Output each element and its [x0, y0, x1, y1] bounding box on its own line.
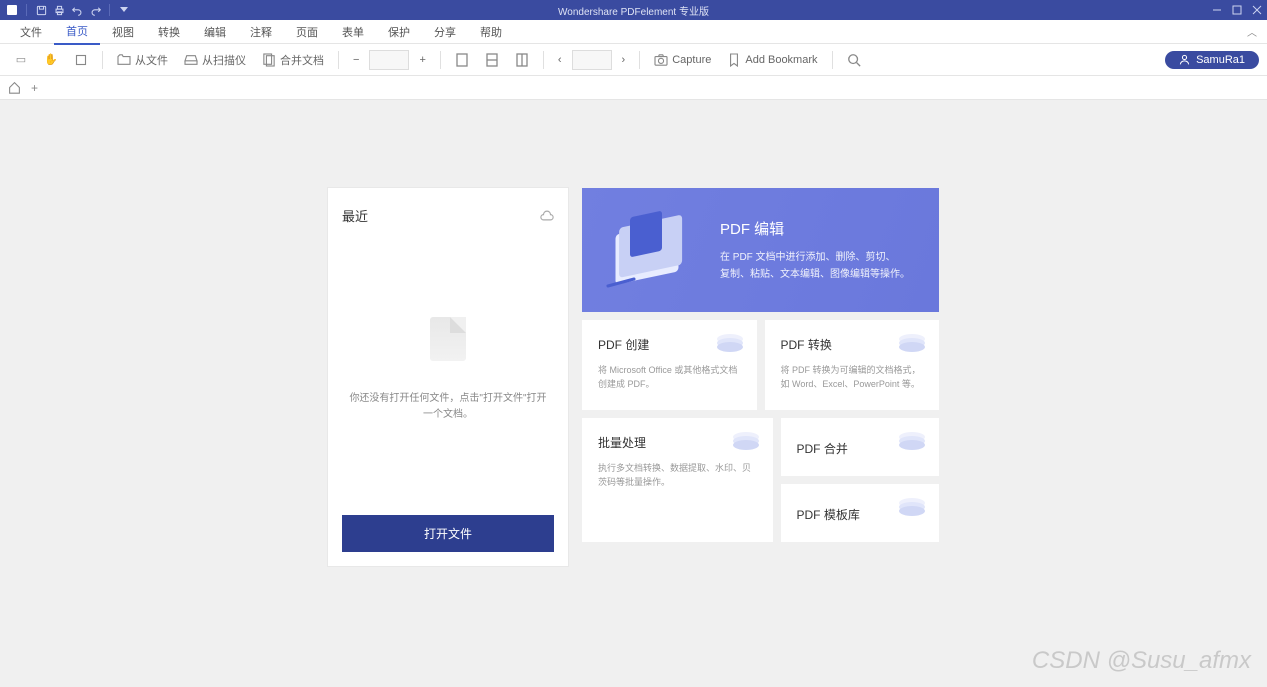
- open-file-button[interactable]: 打开文件: [342, 515, 554, 552]
- recent-panel: 最近 你还没有打开任何文件，点击"打开文件"打开一个文档。 打开文件: [328, 188, 568, 566]
- fit-width-button[interactable]: [449, 49, 475, 71]
- home-tab-icon[interactable]: [8, 81, 21, 94]
- pdf-convert-desc: 将 PDF 转换为可编辑的文档格式，如 Word、Excel、PowerPoin…: [781, 363, 924, 392]
- pdf-edit-card[interactable]: PDF 编辑 在 PDF 文档中进行添加、删除、剪切、复制、粘贴、文本编辑、图像…: [582, 188, 939, 312]
- menu-protect[interactable]: 保护: [376, 20, 422, 44]
- prev-page-button[interactable]: ‹: [552, 50, 568, 70]
- pdf-merge-title: PDF 合并: [797, 440, 848, 457]
- app-logo-icon: [6, 4, 18, 16]
- user-icon: [1179, 54, 1190, 65]
- redo-icon[interactable]: [89, 4, 101, 16]
- camera-icon: [654, 53, 668, 67]
- pdf-edit-desc: 在 PDF 文档中进行添加、删除、剪切、复制、粘贴、文本编辑、图像编辑等操作。: [720, 249, 910, 283]
- batch-desc: 执行多文档转换、数据提取、水印、贝茨码等批量操作。: [598, 461, 757, 490]
- menu-home[interactable]: 首页: [54, 19, 100, 45]
- page-input[interactable]: [572, 50, 612, 70]
- menu-edit[interactable]: 编辑: [192, 20, 238, 44]
- layers-icon: [899, 498, 925, 516]
- print-icon[interactable]: [53, 4, 65, 16]
- minimize-button[interactable]: [1207, 0, 1227, 20]
- menu-form[interactable]: 表单: [330, 20, 376, 44]
- zoom-out-button[interactable]: −: [347, 50, 365, 70]
- undo-icon[interactable]: [71, 4, 83, 16]
- menu-bar: 文件 首页 视图 转换 编辑 注释 页面 表单 保护 分享 帮助 ︿: [0, 20, 1267, 44]
- recent-empty-message: 你还没有打开任何文件，点击"打开文件"打开一个文档。: [342, 391, 554, 423]
- next-page-button[interactable]: ›: [616, 50, 632, 70]
- empty-file-icon: [430, 317, 466, 361]
- menu-comment[interactable]: 注释: [238, 20, 284, 44]
- from-scanner-button[interactable]: 从扫描仪: [178, 48, 252, 72]
- layers-icon: [899, 334, 925, 352]
- menu-help[interactable]: 帮助: [468, 20, 514, 44]
- from-scanner-label: 从扫描仪: [202, 52, 246, 68]
- from-file-label: 从文件: [135, 52, 168, 68]
- user-name: SamuRa1: [1196, 54, 1245, 66]
- capture-label: Capture: [672, 54, 711, 66]
- menu-page[interactable]: 页面: [284, 20, 330, 44]
- recent-title: 最近: [342, 206, 368, 225]
- save-icon[interactable]: [35, 4, 47, 16]
- merge-button[interactable]: 合并文档: [256, 48, 330, 72]
- new-tab-button[interactable]: +: [31, 81, 38, 95]
- layers-icon: [733, 432, 759, 450]
- merge-label: 合并文档: [280, 52, 324, 68]
- search-button[interactable]: [841, 49, 867, 71]
- pdf-create-desc: 将 Microsoft Office 或其他格式文档创建成 PDF。: [598, 363, 741, 392]
- collapse-ribbon-icon[interactable]: ︿: [1247, 24, 1257, 39]
- user-account-button[interactable]: SamuRa1: [1165, 51, 1259, 69]
- zoom-in-button[interactable]: +: [413, 50, 431, 70]
- pdf-merge-card[interactable]: PDF 合并: [781, 418, 940, 476]
- search-icon: [847, 53, 861, 67]
- tab-bar: +: [0, 76, 1267, 100]
- pdf-edit-illustration: [606, 210, 696, 290]
- edit-tool[interactable]: [68, 49, 94, 71]
- menu-share[interactable]: 分享: [422, 20, 468, 44]
- pdf-template-card[interactable]: PDF 模板库: [781, 484, 940, 542]
- from-file-button[interactable]: 从文件: [111, 48, 174, 72]
- bookmark-icon: [727, 53, 741, 67]
- main-area: 最近 你还没有打开任何文件，点击"打开文件"打开一个文档。 打开文件 PDF 编…: [0, 100, 1267, 687]
- layers-icon: [899, 432, 925, 450]
- close-button[interactable]: [1247, 0, 1267, 20]
- fit-page-button[interactable]: [479, 49, 505, 71]
- select-tool[interactable]: ▭: [8, 49, 34, 71]
- hand-tool[interactable]: ✋: [38, 49, 64, 71]
- pdf-template-title: PDF 模板库: [797, 506, 860, 523]
- toolbar: ▭ ✋ 从文件 从扫描仪 合并文档 − + ‹ › Capture Add Bo…: [0, 44, 1267, 76]
- menu-view[interactable]: 视图: [100, 20, 146, 44]
- layers-icon: [717, 334, 743, 352]
- maximize-button[interactable]: [1227, 0, 1247, 20]
- window-title: Wondershare PDFelement 专业版: [558, 3, 709, 18]
- pdf-edit-title: PDF 编辑: [720, 218, 910, 239]
- capture-button[interactable]: Capture: [648, 49, 717, 71]
- batch-process-card[interactable]: 批量处理 执行多文档转换、数据提取、水印、贝茨码等批量操作。: [582, 418, 773, 542]
- watermark: CSDN @Susu_afmx: [1032, 647, 1251, 675]
- pdf-create-card[interactable]: PDF 创建 将 Microsoft Office 或其他格式文档创建成 PDF…: [582, 320, 757, 410]
- fit-height-button[interactable]: [509, 49, 535, 71]
- dropdown-icon[interactable]: [118, 4, 130, 16]
- menu-file[interactable]: 文件: [8, 20, 54, 44]
- pdf-convert-card[interactable]: PDF 转换 将 PDF 转换为可编辑的文档格式，如 Word、Excel、Po…: [765, 320, 940, 410]
- add-bookmark-label: Add Bookmark: [745, 54, 817, 66]
- add-bookmark-button[interactable]: Add Bookmark: [721, 49, 823, 71]
- zoom-input[interactable]: [369, 50, 409, 70]
- title-bar: Wondershare PDFelement 专业版: [0, 0, 1267, 20]
- menu-convert[interactable]: 转换: [146, 20, 192, 44]
- cloud-icon[interactable]: [540, 210, 554, 221]
